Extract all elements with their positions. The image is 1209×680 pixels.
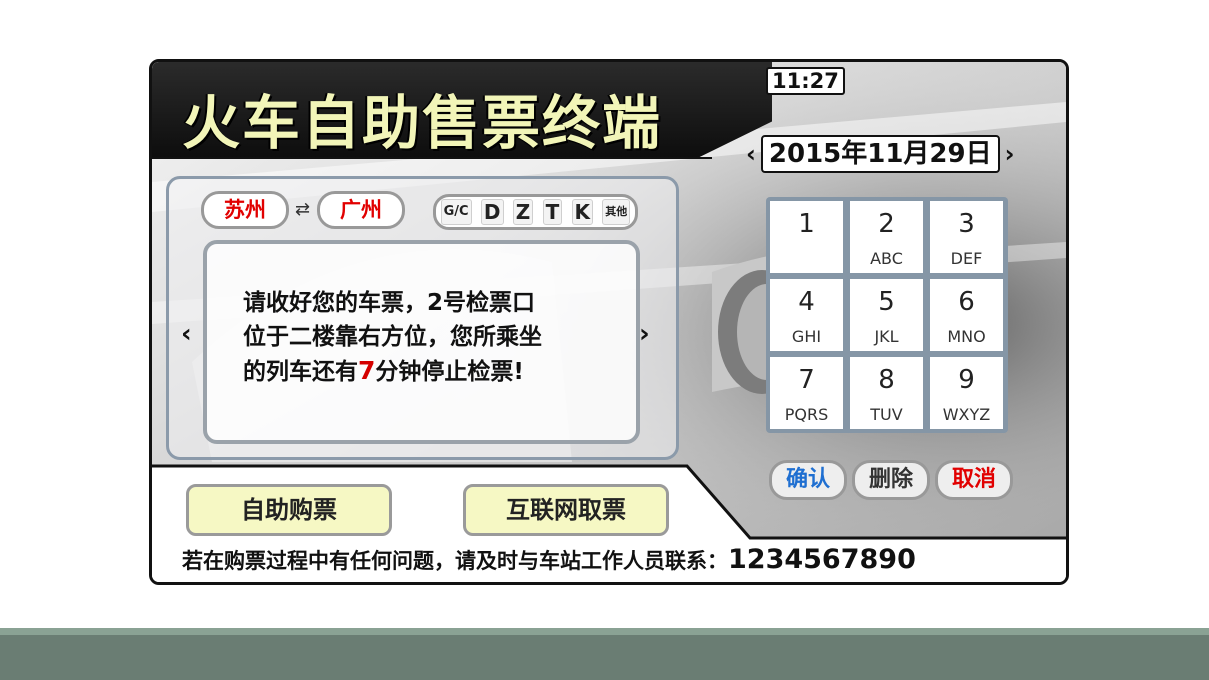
bottom-bar-highlight xyxy=(0,628,1209,635)
delete-button[interactable]: 删除 xyxy=(852,460,930,500)
confirm-button[interactable]: 确认 xyxy=(769,460,847,500)
page-bottom-bar xyxy=(0,628,1209,680)
help-text: 若在购票过程中有任何问题，请及时与车站工作人员联系： xyxy=(182,549,728,573)
help-footer: 若在购票过程中有任何问题，请及时与车站工作人员联系：1234567890 xyxy=(182,544,916,575)
self-purchase-button[interactable]: 自助购票 xyxy=(186,484,392,536)
help-phone: 1234567890 xyxy=(728,544,916,575)
kiosk-screen: 火车自助售票终端 11:27 ‹ 2015年11月29日 › 苏州 ⇄ 广州 G… xyxy=(149,59,1069,585)
cancel-button[interactable]: 取消 xyxy=(935,460,1013,500)
internet-pickup-button[interactable]: 互联网取票 xyxy=(463,484,669,536)
